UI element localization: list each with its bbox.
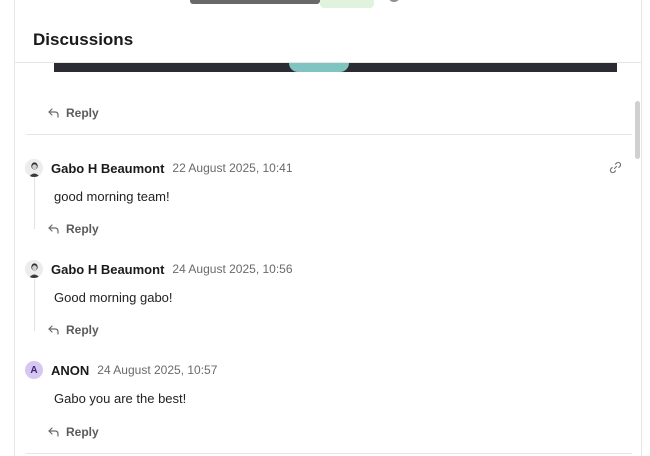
reply-arrow-icon xyxy=(48,108,59,118)
clipped-text xyxy=(190,0,320,4)
reply-button[interactable]: Reply xyxy=(48,221,99,237)
comment-divider xyxy=(26,453,632,454)
clipped-icon xyxy=(388,0,400,2)
avatar[interactable] xyxy=(25,159,43,177)
comment-author[interactable]: Gabo H Beaumont xyxy=(51,161,164,176)
comment-text: good morning team! xyxy=(54,189,170,204)
scrollbar-thumb[interactable] xyxy=(635,101,640,159)
reply-label: Reply xyxy=(66,222,99,236)
clipped-top-content xyxy=(0,0,650,8)
avatar[interactable] xyxy=(25,260,43,278)
discussions-header: Discussions xyxy=(15,20,641,63)
thread-line xyxy=(34,177,35,229)
link-icon[interactable] xyxy=(609,161,622,174)
comment-header: A ANON 24 August 2025, 10:57 xyxy=(25,360,217,380)
comment-author[interactable]: Gabo H Beaumont xyxy=(51,262,164,277)
comment-header: Gabo H Beaumont 24 August 2025, 10:56 xyxy=(25,259,293,279)
comment-text: Good morning gabo! xyxy=(54,290,173,305)
thread-line xyxy=(34,279,35,331)
reply-button[interactable]: Reply xyxy=(48,105,99,121)
attached-image[interactable] xyxy=(54,63,617,72)
comment-timestamp: 22 August 2025, 10:41 xyxy=(172,161,293,175)
attached-image-detail xyxy=(289,63,349,72)
reply-label: Reply xyxy=(66,323,99,337)
reply-arrow-icon xyxy=(48,427,59,437)
avatar-photo-icon xyxy=(25,159,43,177)
reply-button[interactable]: Reply xyxy=(48,424,99,440)
clipped-tag xyxy=(320,0,374,8)
comment-author[interactable]: ANON xyxy=(51,363,89,378)
comment-timestamp: 24 August 2025, 10:57 xyxy=(97,363,218,377)
reply-label: Reply xyxy=(66,106,99,120)
reply-button[interactable]: Reply xyxy=(48,322,99,338)
comment-text: Gabo you are the best! xyxy=(54,391,187,406)
reply-arrow-icon xyxy=(48,224,59,234)
comment-divider xyxy=(26,134,632,135)
discussions-panel: Discussions Reply Gabo H Beaumont 22 Aug… xyxy=(0,0,650,456)
reply-label: Reply xyxy=(66,425,99,439)
avatar[interactable]: A xyxy=(25,361,43,379)
page-title: Discussions xyxy=(33,30,134,49)
reply-arrow-icon xyxy=(48,325,59,335)
avatar-photo-icon xyxy=(25,260,43,278)
comments-scroll-area[interactable]: Reply Gabo H Beaumont 22 August 2025, 10… xyxy=(15,63,641,456)
card-right-border xyxy=(641,0,642,456)
comment-timestamp: 24 August 2025, 10:56 xyxy=(172,262,293,276)
comment-header: Gabo H Beaumont 22 August 2025, 10:41 xyxy=(25,158,293,178)
